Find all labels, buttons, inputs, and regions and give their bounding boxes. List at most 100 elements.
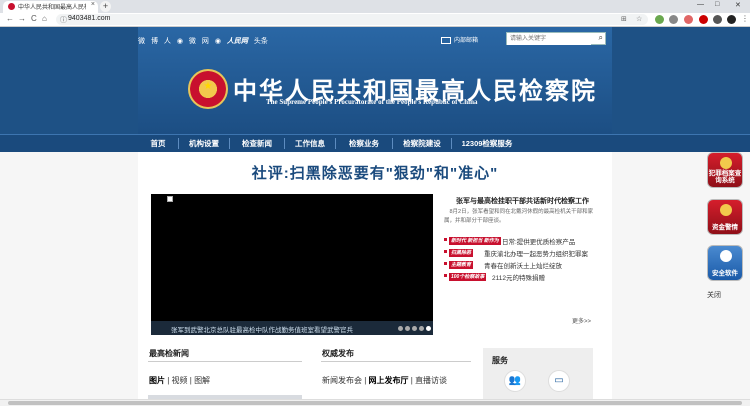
emblem-icon: [720, 157, 732, 169]
news-tag: 新时代 新担当 新作为: [449, 237, 501, 245]
web-page: 微 博 人 ◉ 微 网 ◉ 人民网 头条 内部邮箱 ⌕ ★ 中华人民共和国最高人…: [0, 27, 750, 399]
main-navigation: 首页 机构设置 检查新闻 工作信息 检察业务 检察院建设 12309检察服务: [0, 134, 750, 152]
news-text[interactable]: 2112元的特殊捐赠: [492, 272, 545, 282]
shield-icon: [720, 250, 732, 262]
nav-item-work-info[interactable]: 工作信息: [285, 135, 335, 152]
back-button[interactable]: ←: [6, 14, 14, 23]
side-button-label: 资金警情: [712, 224, 738, 231]
more-link[interactable]: 更多>>: [572, 316, 591, 325]
bookmark-star-icon[interactable]: ☆: [636, 15, 642, 23]
extension-icon[interactable]: [713, 15, 722, 24]
social-links: 微 博 人 ◉ 微 网 ◉ 人民网 头条: [138, 36, 272, 46]
home-button[interactable]: ⌂: [42, 14, 47, 23]
weibo-icon[interactable]: 微: [138, 38, 145, 45]
tab-graphics[interactable]: 图解: [194, 376, 210, 385]
carousel-caption[interactable]: 张军到武警北京总队驻最高检中队作战勤务值班室看望武警官兵: [171, 324, 353, 334]
mail-icon: [441, 36, 451, 44]
header-inner: 微 博 人 ◉ 微 网 ◉ 人民网 头条 内部邮箱 ⌕ ★ 中华人民共和国最高人…: [138, 27, 612, 134]
extension-icon[interactable]: [655, 15, 664, 24]
horizontal-scrollbar[interactable]: [0, 399, 750, 406]
extension-icon[interactable]: [699, 15, 708, 24]
tab-live-interview[interactable]: 直播访谈: [415, 376, 447, 385]
crime-record-query-button[interactable]: 犯罪档案查询系统: [707, 152, 743, 188]
search-icon[interactable]: ⌕: [599, 33, 603, 43]
news-list: 新时代 新担当 新作为 日常:提供更优质检察产品 扫黑除恶 重庆渝北办理一起恶势…: [444, 236, 604, 284]
translate-icon[interactable]: ⊞: [621, 15, 627, 23]
release-tabs: 新闻发布会 | 网上发布厅 | 直播访谈: [322, 375, 447, 386]
side-button-label: 犯罪档案查询系统: [708, 170, 742, 184]
tab-online-hall[interactable]: 网上发布厅: [369, 376, 409, 385]
list-item[interactable]: 主题教育 青春在创新沃土上灿烂绽放: [444, 260, 604, 272]
monitor-icon[interactable]: ▭: [548, 370, 570, 392]
video-carousel[interactable]: 张军到武警北京总队驻最高检中队作战勤务值班室看望武警官兵: [151, 194, 433, 335]
tab-pictures[interactable]: 图片: [149, 376, 165, 385]
nav-item-12309-service[interactable]: 12309检察服务: [452, 135, 522, 152]
users-icon[interactable]: 👥: [504, 370, 526, 392]
extension-icon[interactable]: [684, 15, 693, 24]
nav-item-construction[interactable]: 检察院建设: [393, 135, 451, 152]
people-icon[interactable]: 人: [164, 38, 171, 45]
carousel-dot[interactable]: [412, 326, 417, 331]
list-item[interactable]: 新时代 新担当 新作为 日常:提供更优质检察产品: [444, 236, 604, 248]
media-suffix[interactable]: 头条: [254, 38, 268, 45]
nav-item-news[interactable]: 检查新闻: [230, 135, 284, 152]
news-text[interactable]: 日常:提供更优质检察产品: [502, 236, 575, 246]
browser-toolbar: ← → C ⌂ ⓘ 9403481.com ⊞ ☆ ⋮: [0, 13, 750, 27]
search-input[interactable]: [507, 33, 591, 45]
fund-alert-button[interactable]: 资金警情: [707, 199, 743, 235]
side-button-label: 安全软件: [712, 270, 738, 277]
emblem-star: ★: [203, 81, 213, 92]
tab-press-conference[interactable]: 新闻发布会: [322, 376, 362, 385]
scrollbar-thumb[interactable]: [8, 401, 742, 405]
security-software-button[interactable]: 安全软件: [707, 245, 743, 281]
web-icon[interactable]: 网: [202, 38, 209, 45]
client-icon[interactable]: ◉: [215, 38, 221, 45]
carousel-dot[interactable]: [419, 326, 424, 331]
carousel-caption-bar: 张军到武警北京总队驻最高检中队作战勤务值班室看望武警官兵: [151, 321, 433, 335]
search-box: ⌕: [506, 32, 606, 45]
window-close-button[interactable]: ✕: [735, 1, 741, 9]
site-subtitle: The Supreme People's Procuratorate of th…: [266, 98, 478, 106]
menu-icon[interactable]: ⋮: [741, 14, 749, 23]
feature-title[interactable]: 张军与最高检挂职干部共话新时代检察工作: [456, 196, 589, 206]
info-icon[interactable]: ⓘ: [60, 15, 67, 25]
side-close-link[interactable]: 关闭: [707, 290, 721, 300]
url-text[interactable]: 9403481.com: [68, 15, 110, 22]
list-item[interactable]: 扫黑除恶 重庆渝北办理一起恶势力组织犯罪案: [444, 248, 604, 260]
tab-videos[interactable]: 视频: [172, 376, 188, 385]
news-tag: 扫黑除恶: [449, 249, 474, 257]
release-section-title: 权威发布: [322, 349, 354, 358]
media-logo[interactable]: 人民网: [227, 38, 248, 45]
carousel-dot-active[interactable]: [426, 326, 431, 331]
bullet-icon: [444, 238, 447, 241]
nav-inner: 首页 机构设置 检查新闻 工作信息 检察业务 检察院建设 12309检察服务: [138, 135, 612, 152]
reload-button[interactable]: C: [31, 14, 37, 23]
carousel-dot[interactable]: [398, 326, 403, 331]
news-text[interactable]: 青春在创新沃土上灿烂绽放: [484, 260, 562, 270]
nav-item-home[interactable]: 首页: [138, 135, 178, 152]
browser-tab[interactable]: 中华人民共和国最高人民检察院 ×: [3, 1, 98, 13]
bullet-icon: [444, 250, 447, 253]
news-text[interactable]: 重庆渝北办理一起恶势力组织犯罪案: [484, 248, 588, 258]
headline-link[interactable]: 社评:扫黑除恶要有"狠劲"和"准心": [138, 162, 612, 183]
new-tab-button[interactable]: +: [100, 1, 111, 12]
address-bar[interactable]: ⓘ 9403481.com ⊞ ☆: [56, 14, 648, 25]
extension-icon[interactable]: [669, 15, 678, 24]
wechat-icon[interactable]: ◉: [177, 38, 183, 45]
window-maximize-button[interactable]: □: [715, 1, 719, 8]
forward-button[interactable]: →: [18, 14, 26, 23]
blog-icon[interactable]: 博: [151, 38, 158, 45]
news-tag: 主题教育: [449, 261, 474, 269]
bullet-icon: [444, 262, 447, 265]
nav-item-business[interactable]: 检察业务: [336, 135, 392, 152]
nav-item-organization[interactable]: 机构设置: [179, 135, 229, 152]
profile-avatar[interactable]: [727, 15, 736, 24]
carousel-dot[interactable]: [405, 326, 410, 331]
procuratorate-emblem-icon: ★: [188, 69, 228, 109]
internal-mail-link[interactable]: 内部邮箱: [441, 35, 478, 44]
emblem-icon: [720, 204, 732, 216]
tab-close-icon[interactable]: ×: [91, 1, 95, 8]
list-item[interactable]: 100个检察故事 2112元的特殊捐赠: [444, 272, 604, 284]
window-minimize-button[interactable]: —: [697, 1, 704, 8]
weixin-icon[interactable]: 微: [189, 38, 196, 45]
